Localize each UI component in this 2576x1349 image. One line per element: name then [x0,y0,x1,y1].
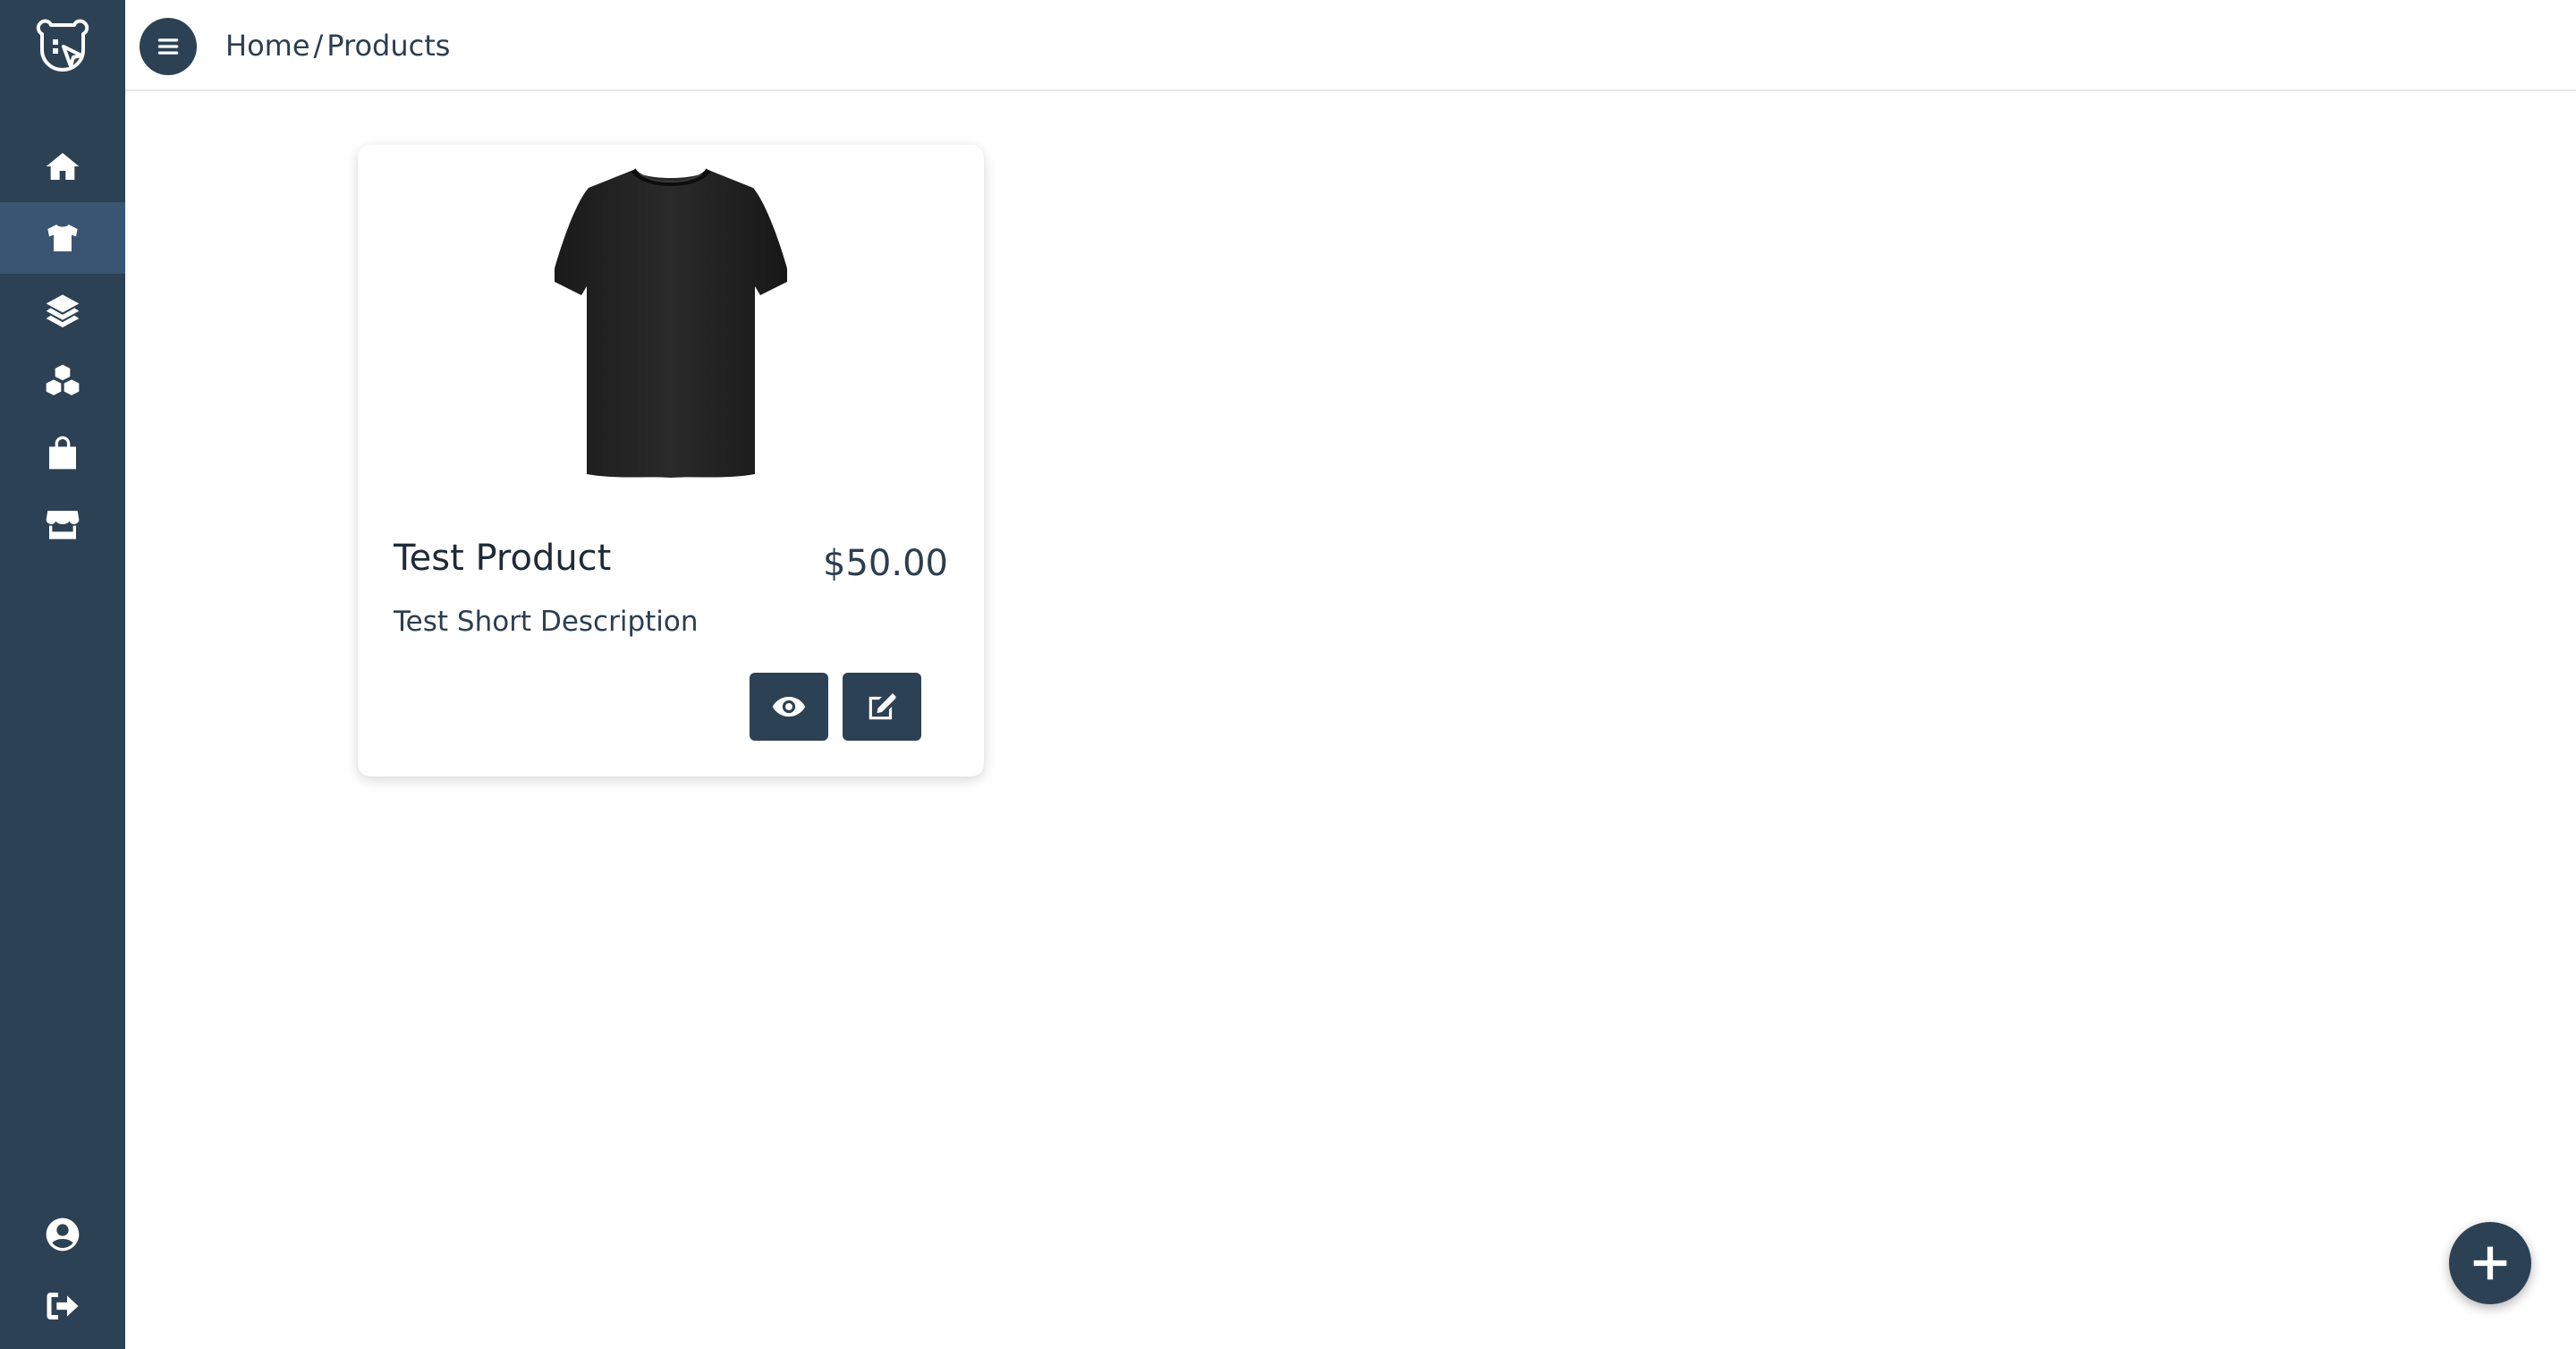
breadcrumb-separator: / [313,29,324,63]
breadcrumb: Home / Products [225,27,450,64]
add-product-button[interactable] [2449,1222,2531,1304]
layers-icon [46,294,80,327]
sidebar-item-products[interactable] [0,202,125,274]
product-image [519,152,823,483]
product-short-description: Test Short Description [394,606,699,638]
sidebar-item-inventory[interactable] [0,345,125,417]
edit-product-button[interactable] [843,673,921,741]
bear-logo-icon[interactable] [31,16,94,79]
app-root: Home / Products Test Product $50.00 Test S… [0,0,2576,1349]
top-bar: Home / Products [125,0,2576,91]
home-icon [46,153,80,180]
breadcrumb-home-link[interactable]: Home [225,29,310,63]
cubes-icon [46,364,80,395]
shopping-bag-icon [49,436,76,470]
edit-icon [869,692,896,720]
product-price: $50.00 [823,543,948,584]
hamburger-icon [157,38,179,55]
store-icon [46,511,80,539]
product-card: Test Product $50.00 Test Short Descripti… [358,145,984,776]
sidebar-item-collections[interactable] [0,274,125,345]
user-circle-icon [46,1217,80,1251]
sidebar-item-account[interactable] [0,1199,125,1270]
menu-toggle-button[interactable] [140,18,197,75]
sidebar-item-orders[interactable] [0,417,125,488]
plus-icon [2473,1246,2507,1280]
breadcrumb-current: Products [326,29,451,63]
sidebar [0,0,125,1349]
sidebar-item-store[interactable] [0,488,125,560]
sidebar-item-home[interactable] [0,131,125,202]
product-title: Test Product [394,538,612,579]
eye-icon [772,696,806,717]
tshirt-icon [47,225,78,251]
sidebar-item-logout[interactable] [0,1270,125,1342]
view-product-button[interactable] [750,673,828,741]
sign-out-icon [47,1293,79,1319]
